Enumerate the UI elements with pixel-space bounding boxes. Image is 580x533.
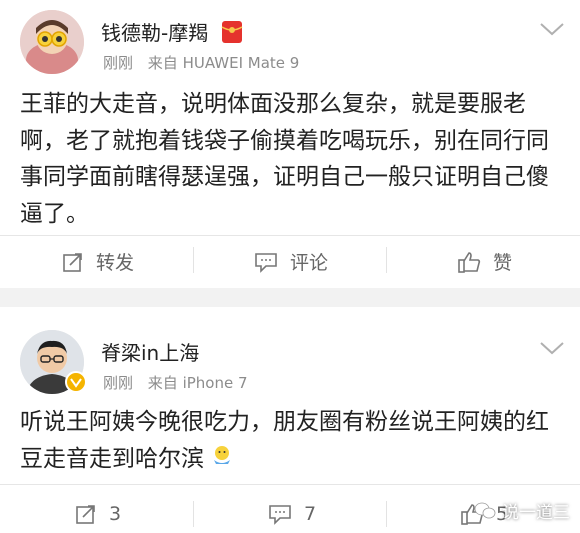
- repost-icon: [63, 252, 82, 272]
- repost-count: 3: [109, 503, 122, 525]
- post-meta: 刚刚 来自 iPhone 7: [103, 372, 248, 393]
- post-time: 刚刚: [103, 374, 134, 392]
- chevron-down-icon[interactable]: [538, 340, 566, 356]
- verified-badge-icon: [65, 371, 87, 393]
- repost-button[interactable]: 转发: [62, 248, 134, 275]
- action-separator: [386, 501, 387, 527]
- comment-count: 7: [304, 503, 317, 525]
- comment-label: 评论: [290, 252, 329, 274]
- repost-button[interactable]: 3: [75, 503, 121, 525]
- action-separator: [386, 247, 387, 273]
- wechat-icon: [474, 502, 496, 518]
- chevron-down-icon[interactable]: [538, 21, 566, 37]
- divider: [0, 484, 580, 485]
- repost-label: 转发: [96, 252, 135, 274]
- author-name[interactable]: 钱德勒-摩羯: [101, 17, 243, 49]
- author-name-text[interactable]: 钱德勒-摩羯: [101, 21, 208, 45]
- emoji-icon: [211, 441, 233, 478]
- comment-button[interactable]: 评论: [254, 248, 328, 275]
- avatar[interactable]: [20, 10, 84, 74]
- comment-icon: [269, 505, 291, 525]
- watermark: 说一道三: [474, 498, 570, 523]
- post-time: 刚刚: [103, 54, 134, 72]
- like-button[interactable]: 赞: [457, 248, 512, 275]
- weibo-post-1: 钱德勒-摩羯 刚刚 来自 HUAWEI Mate 9 王菲的大走音，说明体面没那…: [0, 0, 580, 288]
- red-packet-icon: [221, 20, 243, 49]
- post-meta: 刚刚 来自 HUAWEI Mate 9: [103, 52, 299, 73]
- post-source: 来自 HUAWEI Mate 9: [147, 54, 300, 72]
- watermark-text: 说一道三: [502, 503, 570, 523]
- repost-icon: [76, 505, 95, 524]
- like-label: 赞: [493, 252, 513, 274]
- comment-icon: [255, 252, 277, 273]
- comment-button[interactable]: 7: [268, 503, 316, 525]
- divider: [0, 235, 580, 236]
- action-separator: [193, 247, 194, 273]
- author-name[interactable]: 脊梁in上海: [101, 337, 199, 366]
- action-separator: [193, 501, 194, 527]
- post-body-text: 听说王阿姨今晚很吃力，朋友圈有粉丝说王阿姨的红豆走音走到哈尔滨: [20, 409, 549, 472]
- like-icon: [458, 251, 481, 273]
- post-body: 王菲的大走音，说明体面没那么复杂，就是要服老啊，老了就抱着钱袋子偷摸着吃喝玩乐，…: [20, 91, 549, 227]
- post-body: 听说王阿姨今晚很吃力，朋友圈有粉丝说王阿姨的红豆走音走到哈尔滨: [20, 404, 565, 477]
- post-source: 来自 iPhone 7: [147, 374, 248, 392]
